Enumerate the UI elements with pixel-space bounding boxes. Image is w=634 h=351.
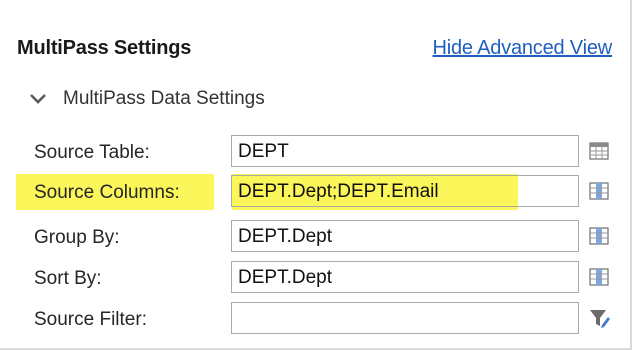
- sort-by-row: Sort By: DEPT.Dept: [22, 261, 624, 297]
- sort-by-field[interactable]: DEPT.Dept: [231, 261, 579, 293]
- source-columns-row: Source Columns: DEPT.Dept;DEPT.Email: [22, 175, 624, 211]
- source-table-field[interactable]: DEPT: [231, 135, 579, 167]
- multipass-settings-panel: MultiPass Settings Hide Advanced View Mu…: [0, 0, 632, 350]
- table-grid-icon[interactable]: [588, 140, 610, 162]
- multipass-data-settings-section-toggle[interactable]: MultiPass Data Settings: [27, 88, 265, 110]
- group-by-row: Group By: DEPT.Dept: [22, 220, 624, 256]
- panel-title: MultiPass Settings: [17, 37, 192, 59]
- source-filter-field[interactable]: [231, 302, 579, 334]
- column-picker-icon[interactable]: [588, 225, 610, 247]
- column-picker-icon[interactable]: [588, 180, 610, 202]
- source-table-row: Source Table: DEPT: [22, 135, 624, 171]
- source-filter-label: Source Filter:: [34, 309, 147, 330]
- group-by-label: Group By:: [34, 227, 120, 248]
- source-table-label: Source Table:: [34, 142, 150, 163]
- source-columns-label: Source Columns:: [34, 182, 180, 203]
- group-by-field[interactable]: DEPT.Dept: [231, 220, 579, 252]
- source-filter-row: Source Filter:: [22, 302, 624, 338]
- chevron-down-icon: [30, 94, 46, 104]
- source-columns-field[interactable]: DEPT.Dept;DEPT.Email: [231, 175, 579, 207]
- filter-edit-icon[interactable]: [588, 307, 610, 329]
- hide-advanced-view-link[interactable]: Hide Advanced View: [433, 37, 613, 60]
- sort-by-label: Sort By:: [34, 268, 102, 289]
- section-title: MultiPass Data Settings: [63, 88, 265, 109]
- column-picker-icon[interactable]: [588, 266, 610, 288]
